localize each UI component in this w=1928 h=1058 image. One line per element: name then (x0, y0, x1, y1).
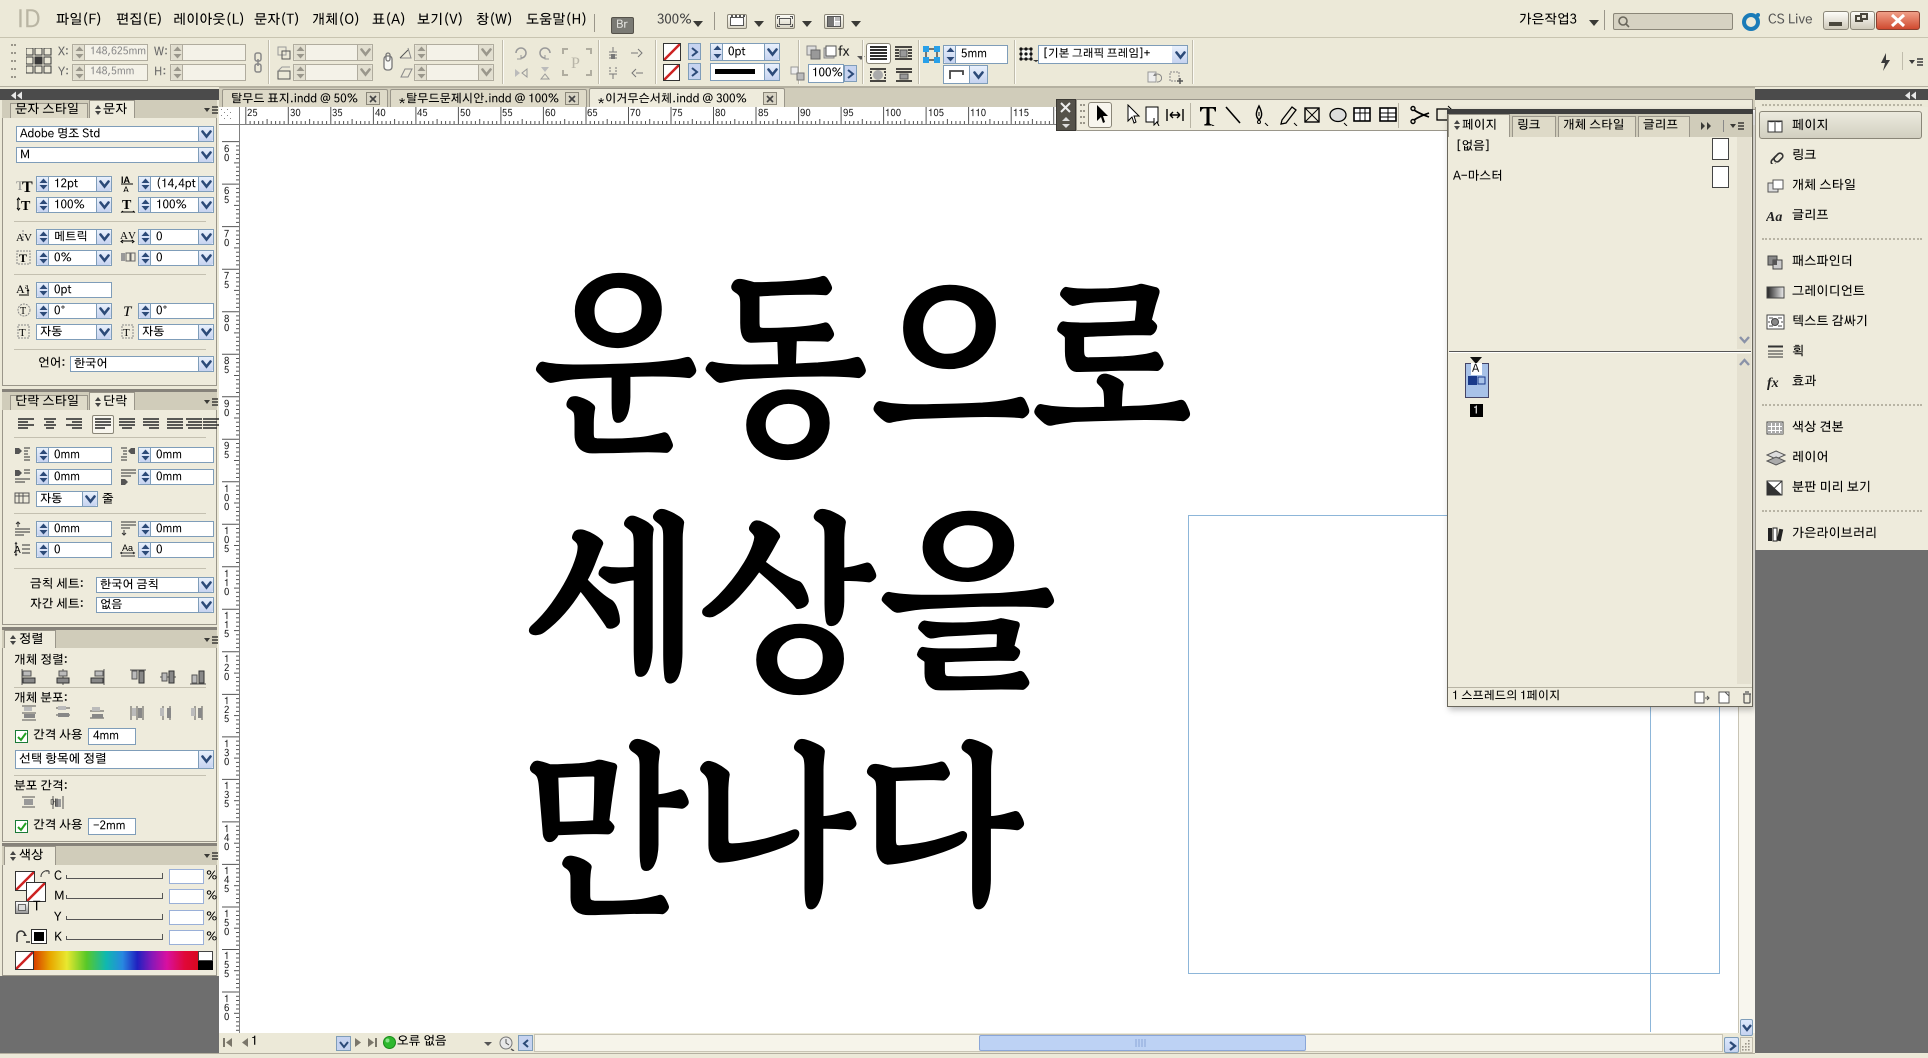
svg-text:P: P (571, 55, 580, 72)
svg-text:T: T (21, 199, 31, 214)
svg-text:Aa: Aa (1766, 210, 1782, 224)
svg-text:Aa: Aa (122, 543, 133, 553)
svg-text:fx: fx (1767, 376, 1779, 390)
svg-text:T: T (122, 198, 132, 213)
svg-text:T: T (123, 304, 133, 320)
svg-text:메: 메 (50, 798, 58, 808)
svg-text:T: T (19, 251, 27, 265)
svg-text:A: A (120, 230, 128, 242)
svg-text:T: T (123, 327, 130, 339)
svg-text:A: A (16, 282, 25, 296)
svg-text:V: V (24, 232, 32, 244)
svg-text:A: A (123, 185, 129, 192)
svg-text:T: T (20, 306, 26, 317)
svg-text:T: T (22, 179, 33, 194)
svg-text:T: T (19, 327, 26, 339)
